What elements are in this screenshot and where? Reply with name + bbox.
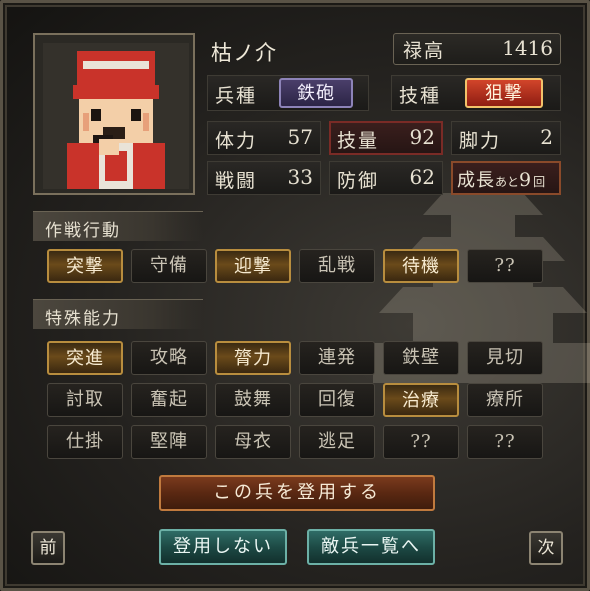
unit-name: 枯ノ介 xyxy=(211,41,277,65)
combat-label: 戦闘 xyxy=(215,170,258,192)
troop-type-label: 兵種 xyxy=(215,85,258,107)
ability-button-2[interactable]: 攻略 xyxy=(131,341,207,375)
growth-readout: 成長あと9 回 xyxy=(457,166,545,192)
ability-button-16[interactable]: 逃足 xyxy=(299,425,375,459)
tactic-button-5[interactable]: 待機 xyxy=(383,249,459,283)
tech-label: 技量 xyxy=(337,130,380,152)
growth-small: あと xyxy=(495,175,520,189)
skill-type-badge: 狙撃 xyxy=(465,78,543,108)
unit-portrait xyxy=(33,33,195,195)
unit-detail-panel: 枯ノ介 禄高 1416 兵種 鉄砲 技種 狙撃 体力 57 技量 92 脚力 2… xyxy=(0,0,590,591)
tech-value: 92 xyxy=(409,125,435,149)
tactic-button-1[interactable]: 突撃 xyxy=(47,249,123,283)
skill-type-label: 技種 xyxy=(399,85,442,107)
prev-button[interactable]: 前 xyxy=(31,531,65,565)
stipend-label: 禄高 xyxy=(403,40,446,62)
defense-label: 防御 xyxy=(337,170,380,192)
tactic-button-6[interactable]: ?? xyxy=(467,249,543,283)
ability-button-6[interactable]: 見切 xyxy=(467,341,543,375)
ability-button-1[interactable]: 突進 xyxy=(47,341,123,375)
hp-value: 57 xyxy=(287,125,313,149)
recruit-button[interactable]: この兵を登用する xyxy=(159,475,435,511)
hp-label: 体力 xyxy=(215,130,258,152)
ability-button-11[interactable]: 治療 xyxy=(383,383,459,417)
ability-button-13[interactable]: 仕掛 xyxy=(47,425,123,459)
ability-button-8[interactable]: 奮起 xyxy=(131,383,207,417)
defense-value: 62 xyxy=(409,165,435,189)
ability-button-17[interactable]: ?? xyxy=(383,425,459,459)
leg-value: 2 xyxy=(540,125,553,149)
ability-button-7[interactable]: 討取 xyxy=(47,383,123,417)
ability-button-12[interactable]: 療所 xyxy=(467,383,543,417)
ability-button-9[interactable]: 鼓舞 xyxy=(215,383,291,417)
troop-type-badge: 鉄砲 xyxy=(279,78,353,108)
growth-label: 成長 xyxy=(457,170,495,191)
ability-button-3[interactable]: 膂力 xyxy=(215,341,291,375)
enemy-list-button[interactable]: 敵兵一覧へ xyxy=(307,529,435,565)
stipend-value: 1416 xyxy=(502,36,553,60)
leg-label: 脚力 xyxy=(459,130,502,152)
combat-value: 33 xyxy=(287,165,313,189)
next-button[interactable]: 次 xyxy=(529,531,563,565)
growth-value: 9 xyxy=(519,169,532,191)
tactic-button-2[interactable]: 守備 xyxy=(131,249,207,283)
ability-button-10[interactable]: 回復 xyxy=(299,383,375,417)
soldier-portrait-icon xyxy=(43,43,189,189)
abilities-title: 特殊能力 xyxy=(33,299,203,329)
decline-button[interactable]: 登用しない xyxy=(159,529,287,565)
ability-button-14[interactable]: 堅陣 xyxy=(131,425,207,459)
ability-button-15[interactable]: 母衣 xyxy=(215,425,291,459)
ability-button-4[interactable]: 連発 xyxy=(299,341,375,375)
ability-button-5[interactable]: 鉄壁 xyxy=(383,341,459,375)
ability-button-18[interactable]: ?? xyxy=(467,425,543,459)
tactics-title: 作戦行動 xyxy=(33,211,203,241)
tactic-button-4[interactable]: 乱戦 xyxy=(299,249,375,283)
tactic-button-3[interactable]: 迎撃 xyxy=(215,249,291,283)
growth-unit: 回 xyxy=(533,175,546,189)
